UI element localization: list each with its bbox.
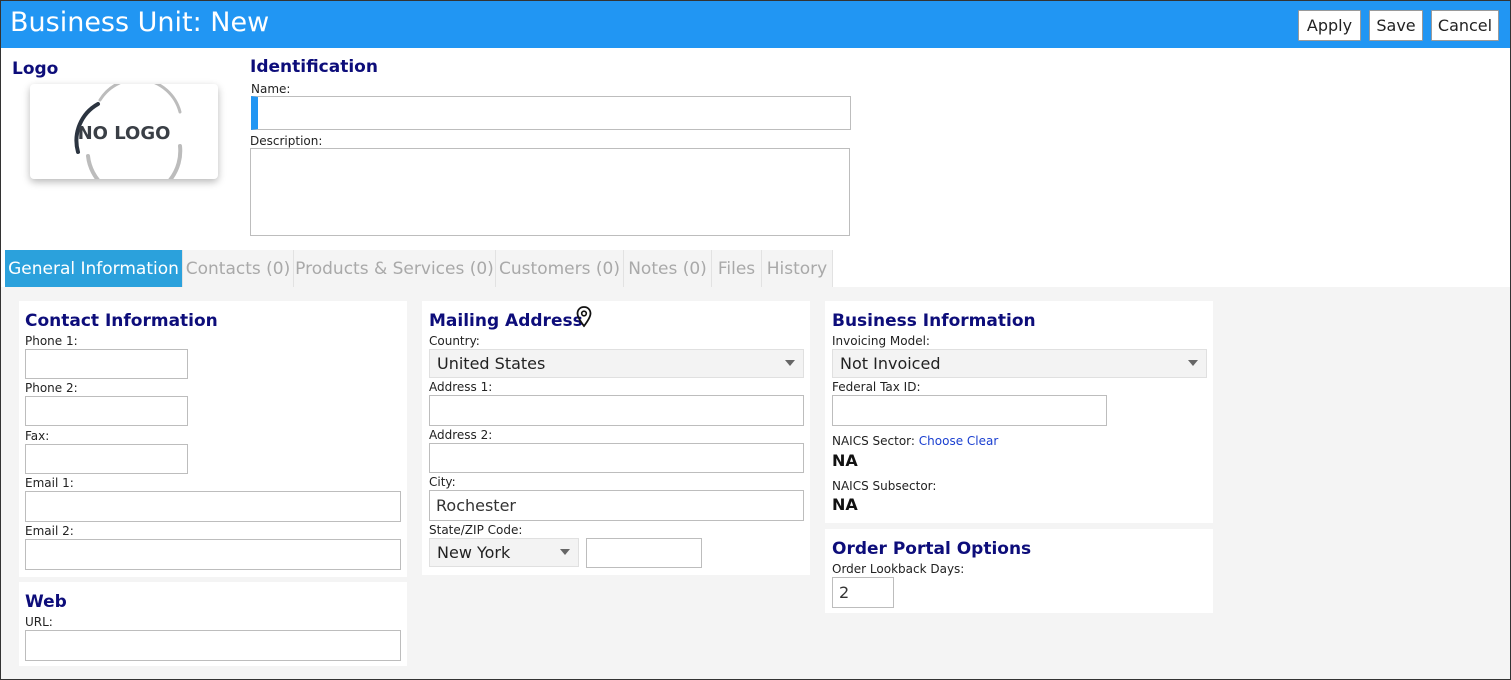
- contact-information-heading: Contact Information: [25, 311, 218, 331]
- identification-heading: Identification: [250, 57, 378, 77]
- country-selected-value: United States: [437, 354, 546, 373]
- business-information-heading: Business Information: [832, 311, 1036, 331]
- chevron-down-icon: [1188, 360, 1198, 366]
- tab-general-information[interactable]: General Information: [5, 250, 183, 287]
- city-input[interactable]: [429, 490, 804, 521]
- map-pin-icon[interactable]: [576, 306, 592, 328]
- state-zip-label: State/ZIP Code:: [429, 523, 523, 537]
- order-lookback-days-label: Order Lookback Days:: [832, 562, 965, 576]
- country-select[interactable]: United States: [429, 349, 804, 378]
- naics-clear-link[interactable]: Clear: [967, 434, 998, 448]
- address2-input[interactable]: [429, 443, 804, 473]
- name-label: Name:: [251, 82, 291, 96]
- url-input[interactable]: [25, 630, 401, 661]
- phone2-input[interactable]: [25, 396, 188, 426]
- apply-button[interactable]: Apply: [1298, 10, 1361, 41]
- page-title: Business Unit: New: [10, 7, 270, 38]
- naics-sector-label: NAICS Sector:: [832, 434, 915, 448]
- web-heading: Web: [25, 592, 67, 612]
- tab-notes[interactable]: Notes (0): [624, 250, 712, 287]
- state-selected-value: New York: [437, 543, 511, 562]
- no-logo-text: NO LOGO: [78, 123, 171, 144]
- chevron-down-icon: [560, 549, 570, 555]
- country-label: Country:: [429, 334, 480, 348]
- mailing-address-card: Mailing Address Country: United States A…: [422, 301, 810, 575]
- email2-label: Email 2:: [25, 524, 74, 538]
- naics-sector-value: NA: [832, 451, 858, 470]
- description-label: Description:: [250, 134, 323, 148]
- mailing-address-heading: Mailing Address: [429, 311, 583, 331]
- description-textarea[interactable]: [250, 148, 850, 236]
- general-information-panel: Contact Information Phone 1: Phone 2: Fa…: [1, 287, 1510, 679]
- order-portal-options-heading: Order Portal Options: [832, 539, 1032, 559]
- fax-input[interactable]: [25, 444, 188, 474]
- name-input[interactable]: [251, 96, 851, 130]
- naics-subsector-value: NA: [832, 495, 858, 514]
- address2-label: Address 2:: [429, 428, 493, 442]
- email1-input[interactable]: [25, 491, 401, 522]
- city-label: City:: [429, 475, 456, 489]
- cancel-button[interactable]: Cancel: [1431, 10, 1499, 41]
- web-card: Web URL:: [19, 582, 407, 666]
- logo-upload[interactable]: NO LOGO: [30, 77, 218, 200]
- order-portal-options-card: Order Portal Options Order Lookback Days…: [825, 529, 1213, 613]
- email2-input[interactable]: [25, 539, 401, 570]
- logo-heading: Logo: [12, 59, 59, 79]
- chevron-down-icon: [785, 360, 795, 366]
- address1-label: Address 1:: [429, 380, 493, 394]
- phone1-label: Phone 1:: [25, 334, 78, 348]
- naics-subsector-label: NAICS Subsector:: [832, 479, 937, 493]
- business-information-card: Business Information Invoicing Model: No…: [825, 301, 1213, 523]
- order-lookback-days-input[interactable]: [832, 577, 894, 608]
- tab-contacts[interactable]: Contacts (0): [183, 250, 294, 287]
- business-unit-window: Business Unit: New Apply Save Cancel Log…: [0, 0, 1511, 680]
- header-bar: Business Unit: New Apply Save Cancel: [1, 1, 1510, 48]
- contact-information-card: Contact Information Phone 1: Phone 2: Fa…: [19, 301, 407, 577]
- invoicing-model-selected-value: Not Invoiced: [840, 354, 941, 373]
- invoicing-model-label: Invoicing Model:: [832, 334, 930, 348]
- tab-files[interactable]: Files: [712, 250, 762, 287]
- tab-products-services[interactable]: Products & Services (0): [294, 250, 496, 287]
- federal-tax-id-input[interactable]: [832, 395, 1107, 426]
- email1-label: Email 1:: [25, 476, 74, 490]
- tab-customers[interactable]: Customers (0): [496, 250, 624, 287]
- phone1-input[interactable]: [25, 349, 188, 379]
- save-button[interactable]: Save: [1369, 10, 1423, 41]
- no-logo-image: NO LOGO: [74, 77, 183, 200]
- url-label: URL:: [25, 615, 53, 629]
- naics-choose-link[interactable]: Choose: [919, 434, 963, 448]
- address1-input[interactable]: [429, 395, 804, 426]
- invoicing-model-select[interactable]: Not Invoiced: [832, 349, 1207, 378]
- phone2-label: Phone 2:: [25, 381, 78, 395]
- federal-tax-id-label: Federal Tax ID:: [832, 380, 921, 394]
- zip-input[interactable]: [586, 538, 702, 568]
- tab-history[interactable]: History: [762, 250, 833, 287]
- fax-label: Fax:: [25, 429, 50, 443]
- naics-sector-row: NAICS Sector: Choose Clear: [832, 434, 998, 448]
- state-select[interactable]: New York: [429, 538, 579, 567]
